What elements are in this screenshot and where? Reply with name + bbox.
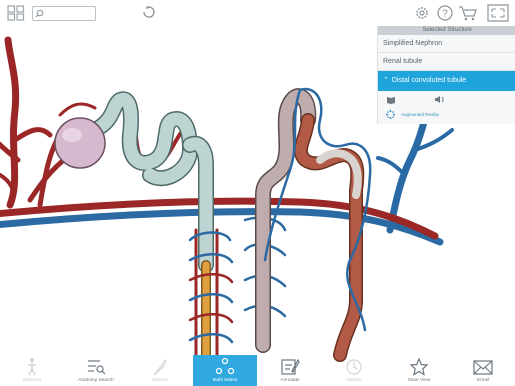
arcuate-vessels [0, 197, 444, 246]
grid-view-icon[interactable] [6, 4, 26, 22]
structure-item-label: Distal convoluted tubule [391, 77, 467, 84]
structure-item-renal-tubule[interactable]: Renal tubule [378, 53, 515, 71]
selected-structure-panel: Selected Structure Simplified Nephron Re… [377, 26, 515, 124]
cart-icon[interactable] [457, 4, 479, 22]
ar-label: Augmented Reality [401, 112, 440, 117]
email-icon [473, 360, 493, 375]
multi-select-button[interactable]: Multi Select [193, 355, 257, 386]
annotate-button[interactable]: Annotate [258, 355, 322, 386]
settings-gear-icon[interactable] [413, 4, 431, 22]
structure-item-distal-convoluted-tubule[interactable]: ⌃ Distal convoluted tubule [378, 71, 515, 91]
figure-icon [28, 358, 36, 376]
search-input[interactable] [44, 8, 92, 19]
history-icon [346, 359, 362, 375]
search-icon [35, 9, 44, 18]
anatomy-search-button[interactable]: Anatomy Search [64, 355, 128, 386]
history-button[interactable]: History [322, 355, 386, 386]
chevron-up-icon: ⌃ [383, 77, 389, 84]
structure-item-simplified-nephron[interactable]: Simplified Nephron [378, 35, 515, 53]
annotate-icon [281, 358, 300, 375]
dissect-button[interactable]: Dissect [128, 355, 192, 386]
distal-convoluted-tubule[interactable] [293, 113, 365, 362]
top-toolbar: ? [0, 0, 515, 28]
scalpel-icon [153, 358, 167, 376]
audio-icon[interactable] [434, 91, 445, 109]
ar-icon [386, 110, 395, 119]
search-field[interactable] [32, 6, 96, 21]
star-icon [409, 357, 429, 376]
save-view-button[interactable]: Save View [387, 355, 451, 386]
help-icon[interactable]: ? [436, 4, 454, 22]
renal-tubule [87, 91, 214, 360]
book-icon[interactable] [386, 91, 396, 109]
list-search-icon [88, 360, 106, 375]
multi-select-icon [215, 357, 235, 375]
augmented-reality-button[interactable]: Augmented Reality [378, 108, 515, 121]
systems-button[interactable]: Systems [0, 355, 64, 386]
reset-icon[interactable] [140, 3, 158, 21]
panel-header: Selected Structure [378, 26, 515, 35]
fullscreen-icon[interactable] [486, 3, 510, 23]
panel-tools [378, 91, 515, 108]
email-button[interactable]: Email [451, 355, 515, 386]
artery-tree-left [0, 36, 73, 209]
glomerulus[interactable] [54, 117, 106, 169]
svg-text:?: ? [442, 9, 448, 20]
bottom-toolbar: Systems Anatomy Search Dissect Multi Sel… [0, 355, 515, 386]
